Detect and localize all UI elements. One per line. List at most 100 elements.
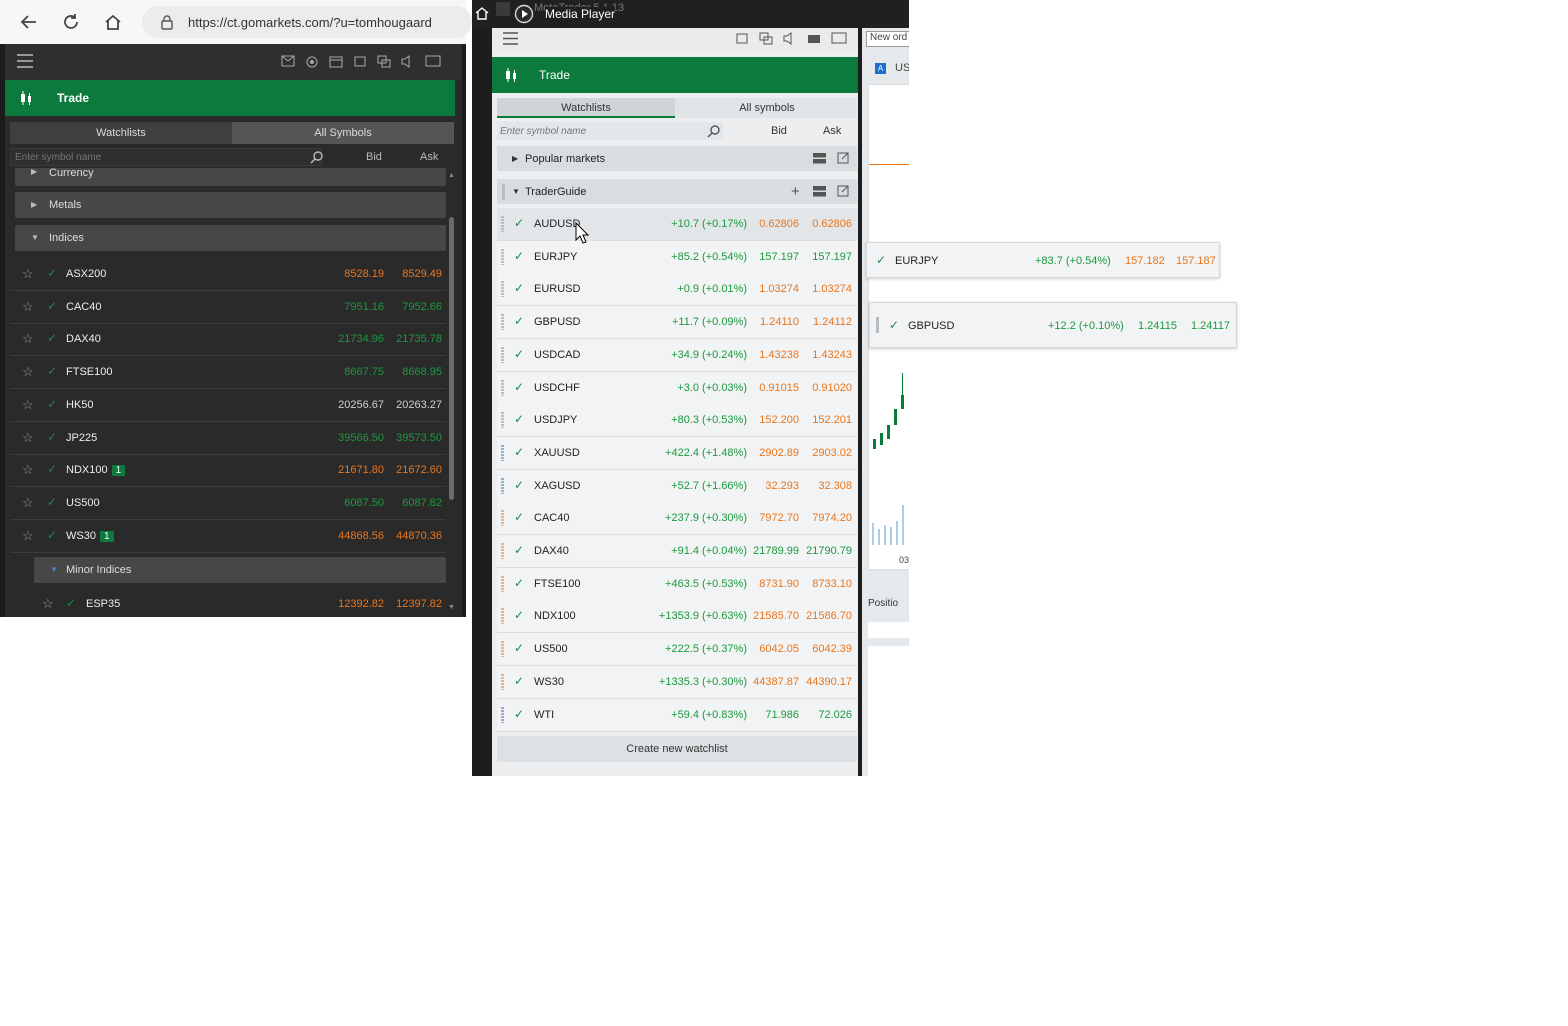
watchlist-row[interactable]: ✓ EURJPY +85.2 (+0.54%) 157.197 157.197 (497, 240, 857, 274)
hamburger-menu-icon[interactable] (17, 54, 33, 68)
scroll-down-icon[interactable]: ▼ (448, 604, 455, 611)
symbol-row[interactable]: ☆ ✓ FTSE100 8667.75 8668.95 (10, 356, 446, 390)
watchlist-row[interactable]: ✓ DAX40 +91.4 (+0.04%) 21789.99 21790.79 (497, 535, 857, 568)
popout-icon[interactable] (837, 152, 849, 164)
drag-handle[interactable] (501, 575, 504, 592)
symbol-row[interactable]: ☆ ✓ WS30 1 44868.56 44870.36 (10, 520, 446, 553)
layout-icon[interactable] (377, 55, 391, 68)
dragged-row-gbpusd[interactable]: ✓ GBPUSD +12.2 (+0.10%) 1.24115 1.24117 (869, 302, 1237, 348)
trade-header[interactable]: Trade (5, 80, 455, 116)
language-icon[interactable] (831, 32, 847, 44)
star-icon[interactable]: ☆ (22, 430, 34, 446)
drag-handle[interactable] (501, 477, 504, 494)
star-icon[interactable]: ☆ (22, 299, 34, 315)
symbol-row[interactable]: ☆ ✓ JP225 39566.50 39573.50 (10, 422, 446, 455)
category-indices[interactable]: ▼ Indices (15, 225, 446, 251)
drag-handle[interactable] (501, 444, 504, 461)
search-icon[interactable] (707, 124, 721, 138)
drag-handle[interactable] (501, 248, 504, 265)
watchlist-row[interactable]: ✓ USDJPY +80.3 (+0.53%) 152.200 152.201 (497, 404, 857, 438)
sound-icon[interactable] (783, 32, 797, 45)
popout-icon[interactable] (837, 185, 849, 197)
watchlist-row[interactable]: ✓ USDCAD +34.9 (+0.24%) 1.43238 1.43243 (497, 338, 857, 372)
list-view-icon[interactable] (813, 186, 826, 197)
watchlist-row[interactable]: ✓ WS30 +1335.3 (+0.30%) 44387.87 44390.17 (497, 665, 857, 699)
star-icon[interactable]: ☆ (22, 364, 34, 380)
add-icon[interactable]: + (791, 183, 800, 200)
category-metals[interactable]: ▶ Metals (15, 192, 446, 218)
tab-watchlists[interactable]: Watchlists (497, 98, 675, 118)
watchlist-row[interactable]: ✓ GBPUSD +11.7 (+0.09%) 1.24110 1.24112 (497, 306, 857, 340)
star-icon[interactable]: ☆ (22, 495, 34, 511)
drag-handle[interactable] (501, 510, 504, 527)
home-icon[interactable] (102, 11, 124, 33)
watchlist-row[interactable]: ✓ XAUUSD +422.4 (+1.48%) 2902.89 2903.02 (497, 436, 857, 470)
watchlist-row[interactable]: ✓ FTSE100 +463.5 (+0.53%) 8731.90 8733.10 (497, 567, 857, 601)
language-icon[interactable] (425, 55, 441, 67)
drag-handle[interactable] (501, 608, 504, 625)
drag-handle[interactable] (501, 412, 504, 429)
watchlist-row[interactable]: ✓ US500 +222.5 (+0.37%) 6042.05 6042.39 (497, 633, 857, 667)
address-bar[interactable]: https://ct.gomarkets.com/?u=tomhougaard (142, 6, 472, 38)
signal-icon[interactable] (305, 55, 319, 69)
search-input[interactable] (497, 122, 723, 140)
symbol-row[interactable]: ☆ ✓ DAX40 21734.96 21735.78 (10, 323, 446, 357)
home-icon[interactable] (474, 5, 490, 21)
search-input[interactable] (10, 148, 322, 166)
symbol-row-esp35[interactable]: ☆ ✓ ESP35 12392.82 12397.82 (10, 588, 446, 616)
create-watchlist-button[interactable]: Create new watchlist (497, 736, 857, 762)
drag-handle[interactable] (501, 216, 504, 232)
star-icon[interactable]: ☆ (22, 528, 34, 544)
tab-all-symbols[interactable]: All symbols (677, 98, 857, 118)
list-view-icon[interactable] (813, 153, 826, 164)
watchlist-row[interactable]: ✓ XAGUSD +52.7 (+1.66%) 32.293 32.308 (497, 469, 857, 503)
drag-handle[interactable] (501, 543, 504, 559)
sound-icon[interactable] (401, 55, 415, 68)
hamburger-menu-icon[interactable] (503, 32, 518, 45)
tab-all-symbols[interactable]: All Symbols (232, 122, 454, 144)
watchlist-row[interactable]: ✓ AUDUSD +10.7 (+0.17%) 0.62806 0.62806 (497, 208, 857, 241)
mail-icon[interactable] (281, 55, 295, 67)
watchlist-row[interactable]: ✓ USDCHF +3.0 (+0.03%) 0.91015 0.91020 (497, 371, 857, 405)
group-traderguide[interactable]: ▼ TraderGuide + (497, 179, 857, 204)
scrollbar[interactable]: ▲ ▼ (447, 172, 457, 618)
drag-handle[interactable] (501, 314, 504, 331)
symbol-row[interactable]: ☆ ✓ HK50 20256.67 20263.27 (10, 389, 446, 422)
tab-watchlists[interactable]: Watchlists (10, 122, 232, 144)
watchlist-row[interactable]: ✓ EURUSD +0.9 (+0.01%) 1.03274 1.03274 (497, 273, 857, 307)
search-icon[interactable] (310, 150, 324, 164)
symbol-row[interactable]: ☆ ✓ CAC40 7951.16 7952.66 (10, 291, 446, 324)
symbol-row[interactable]: ☆ ✓ ASX200 8528.19 8529.49 (10, 258, 446, 291)
positions-tab[interactable]: Positio (868, 598, 898, 609)
drag-handle[interactable] (501, 641, 504, 658)
drag-handle[interactable] (501, 706, 504, 723)
star-icon[interactable]: ☆ (42, 596, 54, 612)
watchlist-row[interactable]: ✓ CAC40 +237.9 (+0.30%) 7972.70 7974.20 (497, 502, 857, 536)
drag-handle[interactable] (501, 346, 504, 363)
refresh-icon[interactable] (60, 11, 82, 33)
dragged-row-eurjpy[interactable]: ✓ EURJPY +83.7 (+0.54%) 157.182 157.187 (866, 242, 1220, 278)
plugin-icon[interactable] (807, 32, 821, 45)
back-icon[interactable] (18, 11, 40, 33)
watchlist-row[interactable]: ✓ WTI +59.4 (+0.83%) 71.986 72.026 (497, 698, 857, 732)
drag-handle[interactable] (501, 673, 504, 690)
scroll-up-icon[interactable]: ▲ (448, 172, 455, 179)
scrollbar-thumb[interactable] (449, 217, 454, 500)
star-icon[interactable]: ☆ (22, 397, 34, 413)
group-popular-markets[interactable]: ▶ Popular markets (497, 146, 857, 171)
calendar-icon[interactable] (329, 55, 343, 68)
drag-handle[interactable] (501, 379, 504, 396)
star-icon[interactable]: ☆ (22, 266, 34, 282)
drag-handle[interactable] (501, 281, 504, 298)
symbol-row[interactable]: ☆ ✓ NDX100 1 21671.80 21672.60 (10, 454, 446, 488)
drag-handle[interactable] (502, 184, 505, 200)
fullscreen-icon[interactable] (353, 55, 367, 68)
symbol-row[interactable]: ☆ ✓ US500 6087.50 6087.82 (10, 487, 446, 520)
category-currency[interactable]: ▶ Currency (15, 168, 446, 186)
new-order-button[interactable]: New ord (866, 31, 909, 47)
layout-icon[interactable] (759, 32, 773, 45)
play-icon[interactable] (514, 4, 534, 24)
category-minor-indices[interactable]: ▼ Minor Indices (34, 557, 446, 583)
watchlist-row[interactable]: ✓ NDX100 +1353.9 (+0.63%) 21585.70 21586.70 (497, 600, 857, 634)
star-icon[interactable]: ☆ (22, 331, 34, 347)
